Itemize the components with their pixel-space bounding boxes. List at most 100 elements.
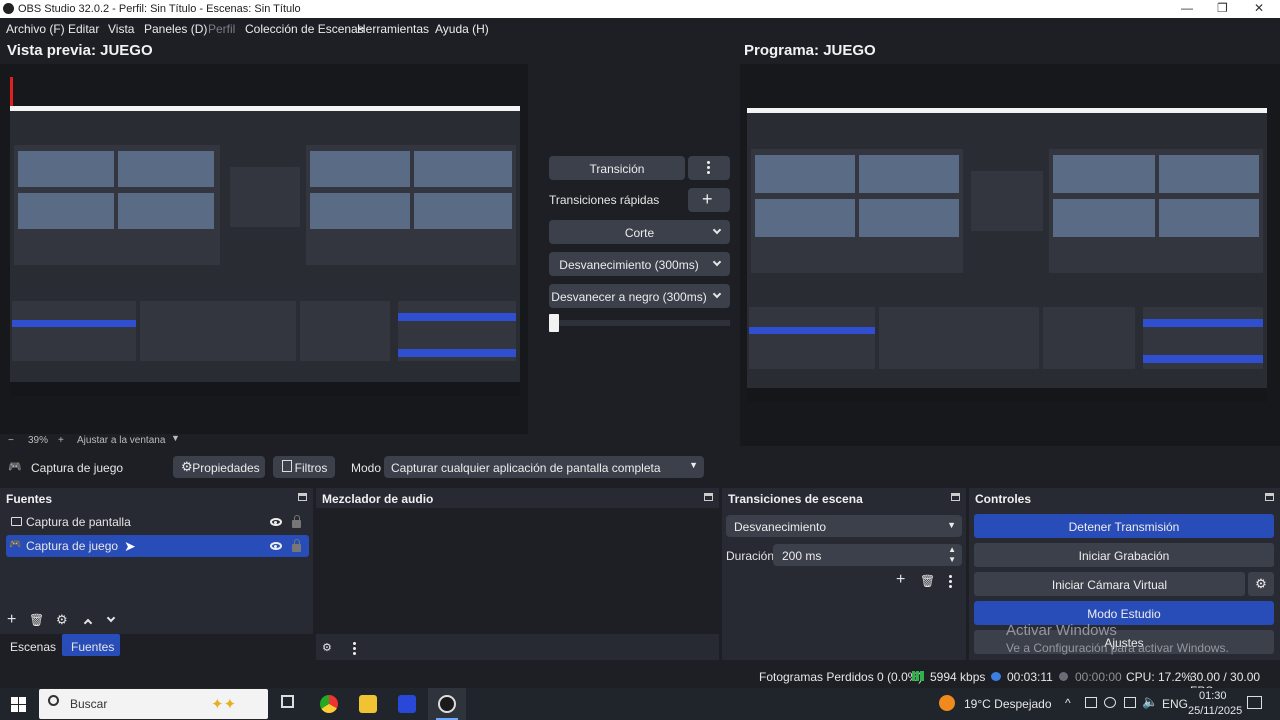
- app-icon[interactable]: [398, 695, 416, 713]
- transition-type-select[interactable]: Desvanecimiento ▼: [726, 515, 962, 537]
- maximize-button[interactable]: ❐: [1217, 1, 1228, 15]
- add-transition-button[interactable]: +: [896, 571, 905, 589]
- tab-escenas[interactable]: Escenas: [10, 640, 56, 654]
- visibility-eye-icon[interactable]: [270, 542, 282, 550]
- zoom-level: 39%: [28, 435, 49, 446]
- preview-label: Vista previa: JUEGO: [7, 42, 153, 59]
- monitor-icon: [11, 517, 22, 526]
- properties-button[interactable]: ⚙ Propiedades: [173, 456, 265, 478]
- duration-spinbox[interactable]: 200 ms ▲ ▼: [773, 544, 962, 566]
- transition-menu-button[interactable]: [688, 156, 730, 180]
- more-vertical-icon[interactable]: [353, 642, 356, 657]
- tray-chevron-icon[interactable]: ^: [1065, 696, 1071, 710]
- context-bar: 🎮 Captura de juego ⚙ Propiedades Filtros…: [0, 454, 1280, 482]
- close-button[interactable]: ✕: [1254, 1, 1264, 15]
- sources-header: Fuentes: [0, 488, 313, 508]
- quick-transition-fade-black[interactable]: Desvanecer a negro (300ms): [549, 284, 730, 308]
- sources-dock: Fuentes Captura de pantalla 🎮 Captura de…: [0, 488, 313, 658]
- undock-icon[interactable]: [951, 493, 960, 501]
- filters-button[interactable]: Filtros: [273, 456, 335, 478]
- weather-icon: [939, 695, 955, 711]
- fit-dropdown-icon[interactable]: ▼: [171, 433, 180, 443]
- tray-app-icon[interactable]: [1085, 697, 1097, 708]
- windows-start-icon[interactable]: [11, 697, 26, 712]
- menu-paneles[interactable]: Paneles (D): [144, 22, 207, 36]
- fit-to-window[interactable]: Ajustar a la ventana: [77, 435, 165, 446]
- obs-taskbar-button[interactable]: [428, 688, 466, 720]
- task-view-icon[interactable]: [281, 695, 294, 708]
- weather-text[interactable]: 19°C Despejado: [964, 697, 1052, 711]
- transition-type-value: Desvanecimiento: [734, 520, 827, 534]
- stop-stream-button[interactable]: Detener Transmisión: [974, 514, 1274, 538]
- remove-transition-button[interactable]: 🗑: [920, 574, 935, 588]
- obs-icon: [438, 695, 456, 713]
- tab-fuentes[interactable]: Fuentes: [62, 634, 120, 656]
- zoom-out-button[interactable]: −: [8, 435, 14, 446]
- undock-icon[interactable]: [298, 493, 307, 501]
- transition-slider-track[interactable]: [549, 320, 730, 326]
- transition-slider-handle[interactable]: [549, 314, 559, 332]
- start-recording-button[interactable]: Iniciar Grabación: [974, 543, 1274, 567]
- bitrate: 5994 kbps: [930, 670, 986, 684]
- fade-black-label: Desvanecer a negro (300ms): [551, 290, 707, 304]
- transition-button[interactable]: Transición: [549, 156, 685, 180]
- program-screenshot: [747, 108, 1267, 402]
- add-source-button[interactable]: +: [7, 611, 16, 629]
- plus-icon: +: [702, 189, 713, 209]
- clock-time[interactable]: 01:30: [1199, 690, 1227, 702]
- taskbar-search-box[interactable]: Buscar ✦✦: [39, 689, 268, 719]
- lock-icon[interactable]: [292, 539, 301, 552]
- capture-mode-select[interactable]: Capturar cualquier aplicación de pantall…: [384, 456, 704, 478]
- spin-up-icon[interactable]: ▲: [948, 545, 956, 554]
- cpu-usage: CPU: 17.2%: [1126, 670, 1193, 684]
- network-icon[interactable]: [1124, 697, 1136, 708]
- menu-perfil[interactable]: Perfil: [208, 22, 235, 36]
- zoom-in-button[interactable]: +: [58, 435, 64, 446]
- obs-logo-icon: [3, 3, 14, 14]
- lock-icon[interactable]: [292, 515, 301, 528]
- minimize-button[interactable]: —: [1181, 1, 1193, 15]
- tray-cloud-icon[interactable]: [1104, 697, 1116, 708]
- menu-vista[interactable]: Vista: [108, 22, 134, 36]
- mixer-area: [316, 508, 719, 634]
- notifications-icon[interactable]: [1247, 696, 1262, 709]
- menu-archivo[interactable]: Archivo (F): [6, 22, 65, 36]
- spin-down-icon[interactable]: ▼: [948, 555, 956, 564]
- file-explorer-icon[interactable]: [359, 695, 377, 713]
- mixer-header: Mezclador de audio: [316, 488, 719, 508]
- volume-icon[interactable]: 🔈: [1142, 694, 1158, 710]
- add-quick-transition-button[interactable]: +: [688, 188, 730, 212]
- preview-zoom-bar: − 39% + Ajustar a la ventana ▼: [0, 433, 528, 448]
- more-vertical-icon[interactable]: [949, 575, 952, 590]
- controls-title: Controles: [975, 492, 1032, 506]
- title-bar: OBS Studio 32.0.2 - Perfil: Sin Título -…: [0, 0, 1280, 18]
- quick-transition-cut[interactable]: Corte: [549, 220, 730, 244]
- clock-date[interactable]: 25/11/2025: [1188, 705, 1242, 717]
- undock-icon[interactable]: [704, 493, 713, 501]
- virtual-camera-settings-button[interactable]: ⚙: [1248, 572, 1274, 596]
- quick-transition-fade[interactable]: Desvanecimiento (300ms): [549, 252, 730, 276]
- source-item-captura-pantalla[interactable]: Captura de pantalla: [6, 511, 309, 533]
- selection-handle[interactable]: [10, 77, 13, 107]
- dropdown-arrow-icon: ▼: [689, 460, 698, 470]
- dropped-frames: Fotogramas Perdidos 0 (0.0%): [759, 670, 923, 684]
- start-virtual-camera-button[interactable]: Iniciar Cámara Virtual: [974, 572, 1245, 596]
- visibility-eye-icon[interactable]: [270, 518, 282, 526]
- move-down-icon[interactable]: [106, 613, 116, 623]
- menu-coleccion-escenas[interactable]: Colección de Escenas: [245, 22, 364, 36]
- filters-icon: [282, 460, 292, 472]
- undock-icon[interactable]: [1265, 493, 1274, 501]
- delete-source-button[interactable]: 🗑: [29, 613, 44, 627]
- move-up-icon[interactable]: [83, 618, 93, 628]
- menu-ayuda[interactable]: Ayuda (H): [435, 22, 489, 36]
- source-settings-button[interactable]: ⚙: [56, 612, 68, 628]
- chrome-icon[interactable]: [320, 695, 338, 713]
- language-indicator[interactable]: ENG: [1162, 697, 1188, 711]
- preview-canvas[interactable]: [0, 64, 528, 434]
- menu-herramientas[interactable]: Herramientas: [357, 22, 429, 36]
- menu-editar[interactable]: Editar: [68, 22, 99, 36]
- program-canvas: [740, 64, 1280, 446]
- advanced-audio-icon[interactable]: ⚙: [322, 641, 332, 654]
- signal-bars-icon: [912, 671, 924, 681]
- source-item-captura-juego[interactable]: 🎮 Captura de juego: [6, 535, 309, 557]
